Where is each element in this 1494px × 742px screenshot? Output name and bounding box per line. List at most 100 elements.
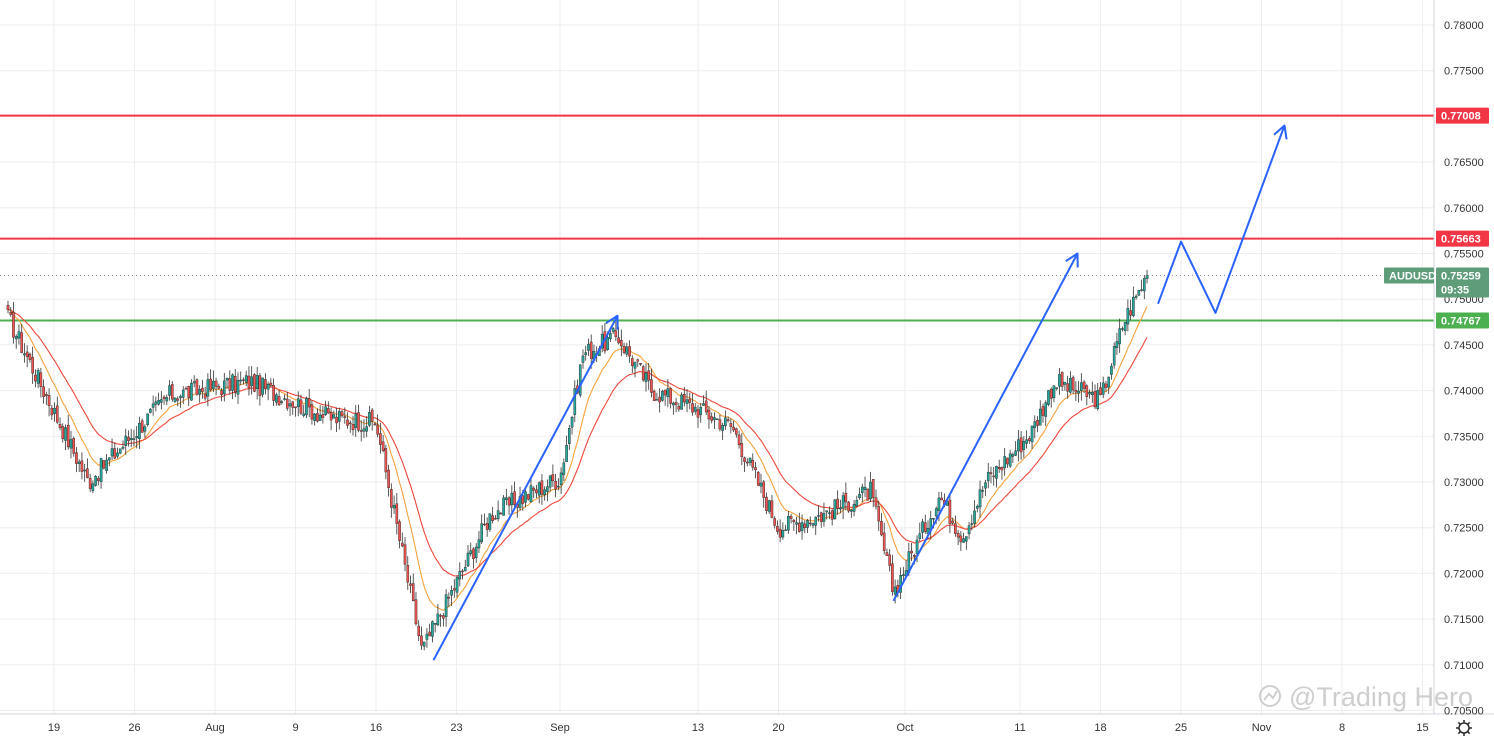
candle-up xyxy=(1003,456,1006,469)
x-tick-label: 13 xyxy=(692,722,704,734)
candle-up xyxy=(795,522,798,525)
candle-down xyxy=(1036,419,1039,426)
candle-down xyxy=(209,378,212,391)
candle-up xyxy=(981,490,985,492)
candle-down xyxy=(663,389,667,396)
candle-up xyxy=(121,446,125,449)
y-tick-label: 0.76000 xyxy=(1444,203,1484,215)
candle-up xyxy=(17,331,21,339)
candle-up xyxy=(767,500,771,512)
candle-up xyxy=(138,422,141,440)
candle-up xyxy=(715,418,719,420)
candle-up xyxy=(529,485,533,503)
candle-up xyxy=(129,437,133,440)
candle-down xyxy=(1028,438,1031,441)
candle-down xyxy=(39,372,43,387)
candle-down xyxy=(428,631,431,637)
candle-up xyxy=(110,448,114,457)
candle-up xyxy=(1025,439,1028,444)
candle-up xyxy=(606,337,609,350)
candle-up xyxy=(1058,374,1061,387)
candle-down xyxy=(885,552,889,556)
candle-down xyxy=(409,583,412,586)
candle-down xyxy=(88,477,92,489)
x-tick-label: 26 xyxy=(128,722,140,734)
candle-up xyxy=(975,506,979,509)
candle-up xyxy=(157,399,160,405)
candle-down xyxy=(1093,391,1097,408)
candle-down xyxy=(776,526,779,532)
candle-up xyxy=(934,508,938,517)
candle-down xyxy=(729,423,733,427)
candle-down xyxy=(277,396,281,406)
candle-down xyxy=(913,555,916,557)
candle-down xyxy=(316,413,319,422)
price-chart[interactable]: 0.780000.775000.770000.765000.760000.755… xyxy=(0,0,1494,742)
candle-up xyxy=(633,361,637,369)
candle-down xyxy=(348,422,352,425)
candle-down xyxy=(214,380,218,387)
candle-up xyxy=(781,530,785,538)
candle-up xyxy=(965,536,968,542)
candle-up xyxy=(212,380,215,390)
candle-down xyxy=(307,398,311,408)
candle-down xyxy=(636,359,640,362)
candle-down xyxy=(411,583,415,602)
candle-down xyxy=(778,528,782,538)
candle-up xyxy=(135,436,138,439)
candle-down xyxy=(803,523,807,528)
candle-down xyxy=(989,472,993,474)
candle-up xyxy=(817,515,820,517)
candle-up xyxy=(118,448,122,454)
candle-down xyxy=(233,376,237,393)
candle-up xyxy=(305,398,308,416)
candle-down xyxy=(217,386,221,389)
candle-down xyxy=(1099,387,1102,395)
candle-up xyxy=(488,513,492,530)
candle-down xyxy=(220,390,223,395)
candle-down xyxy=(743,457,746,462)
candle-down xyxy=(61,426,65,440)
candle-up xyxy=(255,374,259,390)
candle-up xyxy=(250,376,253,387)
candle-up xyxy=(661,391,664,401)
candle-up xyxy=(685,399,689,404)
candle-up xyxy=(368,412,371,426)
candle-down xyxy=(264,379,267,390)
candle-down xyxy=(874,497,878,507)
candle-up xyxy=(365,426,368,432)
candle-up xyxy=(151,403,155,408)
candle-up xyxy=(984,482,987,489)
candle-up xyxy=(578,364,582,396)
y-tick-label: 0.74000 xyxy=(1444,386,1484,398)
candle-up xyxy=(77,461,81,464)
candle-down xyxy=(357,412,360,431)
candle-up xyxy=(748,457,752,463)
candle-down xyxy=(439,615,442,617)
candle-down xyxy=(453,588,456,591)
candle-down xyxy=(891,563,894,592)
candle-down xyxy=(384,448,388,473)
candle-down xyxy=(521,495,525,504)
candle-up xyxy=(1123,321,1127,331)
candle-down xyxy=(507,497,511,506)
candle-down xyxy=(12,311,15,338)
candle-up xyxy=(839,507,842,510)
candle-up xyxy=(860,486,864,494)
candle-down xyxy=(732,426,735,431)
candle-up xyxy=(784,529,787,531)
y-tick-label: 0.72500 xyxy=(1444,523,1484,535)
candle-up xyxy=(362,428,366,432)
candle-up xyxy=(1110,365,1113,375)
candle-up xyxy=(244,375,248,383)
candle-up xyxy=(995,466,998,479)
candle-up xyxy=(1011,454,1015,457)
candle-down xyxy=(808,522,812,525)
candle-up xyxy=(280,401,284,403)
candle-up xyxy=(672,402,675,406)
candle-up xyxy=(828,512,831,514)
candle-up xyxy=(1121,328,1124,330)
candle-down xyxy=(1019,437,1023,453)
countdown-label: 09:35 xyxy=(1441,285,1469,297)
candle-up xyxy=(841,495,845,509)
